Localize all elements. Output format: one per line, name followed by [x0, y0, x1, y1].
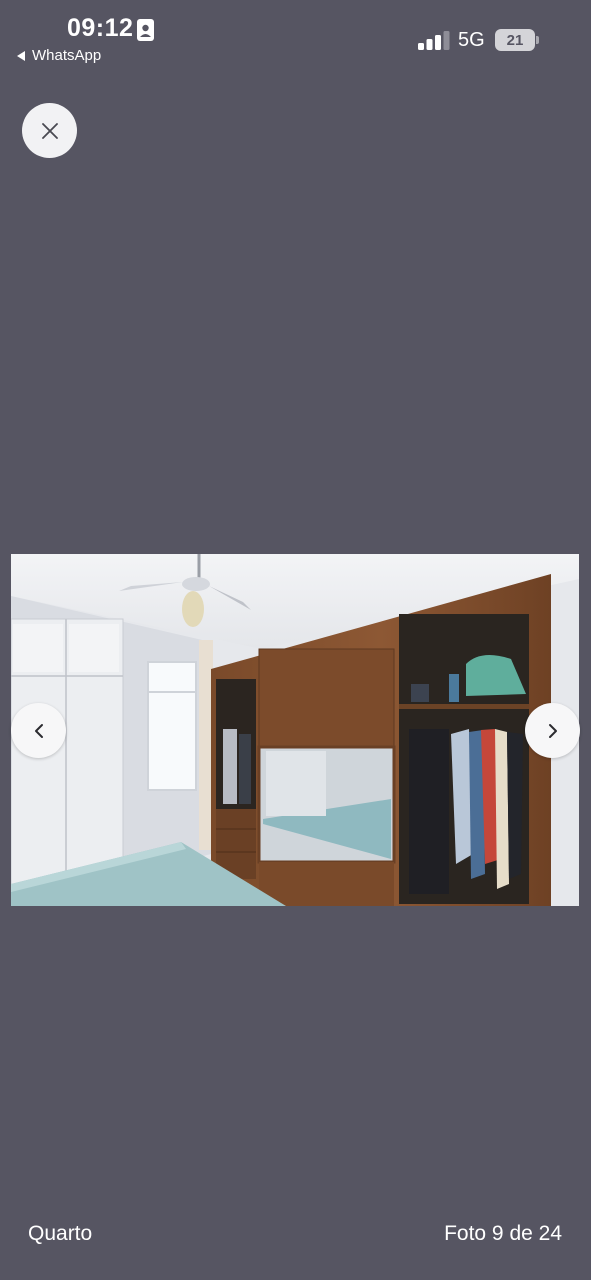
gallery-photo — [11, 554, 579, 906]
status-bar: 09:12 WhatsApp 5G 21 — [0, 0, 591, 80]
close-icon — [41, 122, 58, 139]
battery-level: 21 — [495, 29, 535, 51]
battery-cap — [536, 36, 539, 44]
chevron-right-icon — [548, 723, 557, 738]
back-triangle-icon — [17, 50, 25, 61]
previous-photo-button[interactable] — [11, 703, 66, 758]
photo-caption: Quarto — [28, 1222, 93, 1245]
cellular-signal-icon — [418, 31, 450, 50]
back-app-label: WhatsApp — [32, 47, 102, 64]
contact-card-icon — [137, 19, 154, 41]
network-type: 5G — [458, 29, 485, 51]
battery-indicator: 21 — [495, 29, 539, 51]
bedroom-photo-illustration — [11, 554, 579, 906]
close-button[interactable] — [22, 103, 77, 158]
chevron-left-icon — [34, 723, 43, 738]
back-to-app-link[interactable]: WhatsApp — [17, 47, 101, 64]
photo-counter: Foto 9 de 24 — [444, 1222, 562, 1245]
next-photo-button[interactable] — [525, 703, 580, 758]
status-time: 09:12 — [67, 14, 134, 42]
